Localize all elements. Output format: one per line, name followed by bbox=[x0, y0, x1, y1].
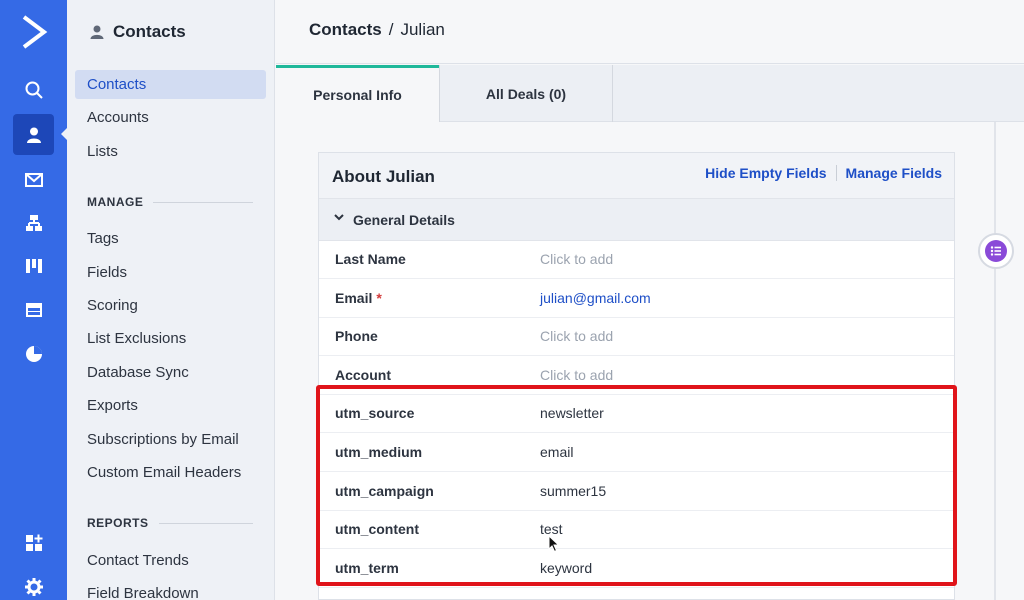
breadcrumb: Contacts / Julian bbox=[309, 20, 445, 40]
card-actions: Hide Empty Fields Manage Fields bbox=[705, 165, 942, 181]
subnav-item-database-sync[interactable]: Database Sync bbox=[75, 358, 266, 387]
field-label: Email * bbox=[335, 290, 382, 306]
section-manage-label: MANAGE bbox=[87, 195, 144, 209]
contacts-subnav: Contacts Contacts Accounts Lists MANAGE … bbox=[67, 0, 275, 600]
subnav-item-contact-trends[interactable]: Contact Trends bbox=[75, 546, 266, 575]
subnav-item-fields[interactable]: Fields bbox=[75, 258, 266, 287]
tab-all-deals[interactable]: All Deals (0) bbox=[439, 65, 613, 122]
subnav-item-lists[interactable]: Lists bbox=[75, 137, 266, 166]
breadcrumb-current: Julian bbox=[400, 20, 445, 39]
settings-icon[interactable] bbox=[13, 566, 54, 600]
subnav-item-subscriptions-by-email[interactable]: Subscriptions by Email bbox=[75, 425, 266, 454]
group-label: General Details bbox=[353, 212, 455, 228]
field-row-email: Email * julian@gmail.com bbox=[319, 280, 954, 318]
field-label: Phone bbox=[335, 328, 378, 344]
list-icon bbox=[985, 240, 1007, 262]
annotation-highlight-box bbox=[316, 385, 957, 586]
mouse-cursor-icon bbox=[548, 535, 560, 553]
manage-fields-link[interactable]: Manage Fields bbox=[846, 165, 942, 181]
field-value[interactable]: Click to add bbox=[540, 328, 613, 344]
link-divider bbox=[835, 165, 837, 181]
breadcrumb-root[interactable]: Contacts bbox=[309, 20, 382, 39]
tab-bar: Personal Info All Deals (0) bbox=[276, 65, 1024, 122]
subnav-item-tags[interactable]: Tags bbox=[75, 224, 266, 253]
field-row-last-name: Last Name Click to add bbox=[319, 241, 954, 279]
automations-icon[interactable] bbox=[13, 202, 54, 243]
chevron-down-icon bbox=[334, 214, 344, 221]
field-label: Last Name bbox=[335, 251, 406, 267]
search-icon[interactable] bbox=[13, 69, 54, 110]
logo-chevron-icon[interactable] bbox=[20, 14, 48, 50]
timeline-line bbox=[994, 122, 996, 600]
deals-icon[interactable] bbox=[13, 245, 54, 286]
contacts-icon[interactable] bbox=[13, 114, 54, 155]
field-label-text: Email bbox=[335, 290, 373, 306]
person-icon bbox=[90, 25, 104, 39]
subnav-item-accounts[interactable]: Accounts bbox=[75, 103, 266, 132]
general-details-toggle[interactable]: General Details bbox=[319, 199, 954, 241]
subnav-item-field-breakdown[interactable]: Field Breakdown bbox=[75, 579, 266, 600]
email-icon[interactable] bbox=[13, 159, 54, 200]
field-row-phone: Phone Click to add bbox=[319, 318, 954, 356]
section-manage: MANAGE bbox=[87, 195, 253, 209]
website-icon[interactable] bbox=[13, 289, 54, 330]
topbar: Contacts / Julian bbox=[276, 0, 1024, 64]
subnav-item-contacts[interactable]: Contacts bbox=[75, 70, 266, 99]
field-value[interactable]: Click to add bbox=[540, 251, 613, 267]
subnav-item-list-exclusions[interactable]: List Exclusions bbox=[75, 324, 266, 353]
activity-stream-button[interactable] bbox=[978, 233, 1014, 269]
breadcrumb-separator: / bbox=[388, 20, 394, 39]
subnav-title: Contacts bbox=[113, 22, 186, 41]
card-header: About Julian Hide Empty Fields Manage Fi… bbox=[319, 153, 954, 199]
field-label: Account bbox=[335, 367, 391, 383]
subnav-item-scoring[interactable]: Scoring bbox=[75, 291, 266, 320]
card-title: About Julian bbox=[332, 167, 435, 186]
apps-icon[interactable] bbox=[13, 522, 54, 563]
subnav-item-exports[interactable]: Exports bbox=[75, 391, 266, 420]
section-reports-label: REPORTS bbox=[87, 516, 149, 530]
section-reports: REPORTS bbox=[87, 516, 253, 530]
required-marker: * bbox=[376, 290, 382, 306]
subnav-header: Contacts bbox=[89, 22, 186, 42]
tab-personal-info[interactable]: Personal Info bbox=[276, 65, 439, 122]
subnav-item-custom-email-headers[interactable]: Custom Email Headers bbox=[75, 458, 266, 487]
field-value[interactable]: julian@gmail.com bbox=[540, 290, 651, 306]
app-rail bbox=[0, 0, 68, 600]
reports-icon[interactable] bbox=[13, 333, 54, 374]
hide-empty-fields-link[interactable]: Hide Empty Fields bbox=[705, 165, 826, 181]
field-value[interactable]: Click to add bbox=[540, 367, 613, 383]
